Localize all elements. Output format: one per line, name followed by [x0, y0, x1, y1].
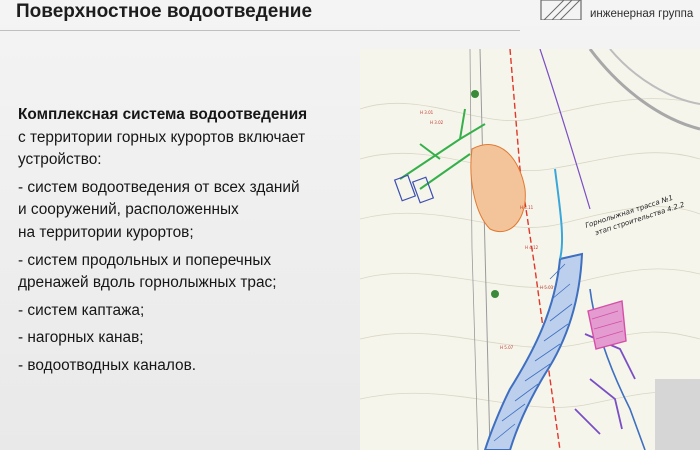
list-item: - систем водоотведения от всех зданий и … — [18, 177, 358, 245]
svg-text:Н 5.07: Н 5.07 — [500, 345, 514, 350]
drainage-plan-drawing: Н 3.01Н 3.02 Н 4.11Н 4.12 Н 5.03Н 5.07 Г… — [360, 49, 700, 450]
list-item: - систем каптажа; — [18, 300, 358, 323]
intro-line: с территории горных курортов включает — [18, 128, 306, 146]
list-item-line: и сооружений, расположенных — [18, 201, 239, 219]
list-item: - водоотводных каналов. — [18, 355, 358, 378]
list-item-line: на территории курортов; — [18, 223, 194, 241]
list-item: - нагорных канав; — [18, 327, 358, 350]
list-item-line: - нагорных канав; — [18, 329, 144, 347]
svg-text:Н 3.02: Н 3.02 — [430, 120, 444, 125]
list-item-line: - систем каптажа; — [18, 301, 145, 319]
list-item-line: - систем водоотведения от всех зданий — [18, 178, 300, 196]
list-item-line: - систем продольных и поперечных — [18, 251, 272, 269]
company-logo-icon — [540, 0, 582, 20]
list-item-line: - водоотводных каналов. — [18, 356, 197, 374]
list-item: - систем продольных и поперечных дренаже… — [18, 250, 358, 295]
slide-header: Поверхностное водоотведение инженерная г… — [0, 0, 700, 40]
svg-text:Н 3.01: Н 3.01 — [420, 110, 434, 115]
drainage-plan-map: Н 3.01 Н 3.02 Н 4.11 Н 4.12 Н 5.03 Н 5.07 Г… — [360, 49, 700, 450]
list-item-line: дренажей вдоль горнолыжных трас; — [18, 274, 277, 292]
description-heading: Комплексная система водоотведения — [18, 106, 308, 123]
svg-text:Н 4.11: Н 4.11 — [520, 205, 534, 210]
svg-text:Н 5.03: Н 5.03 — [540, 285, 554, 290]
company-logo: инженерная группа — [540, 0, 700, 28]
header-divider — [0, 30, 520, 31]
intro-line: устройство: — [18, 151, 102, 169]
logo-caption: инженерная группа — [590, 8, 694, 20]
svg-text:Н 4.12: Н 4.12 — [525, 245, 539, 250]
description-text: Комплексная система водоотведения с терр… — [18, 104, 358, 378]
slide-title: Поверхностное водоотведение — [16, 1, 313, 22]
